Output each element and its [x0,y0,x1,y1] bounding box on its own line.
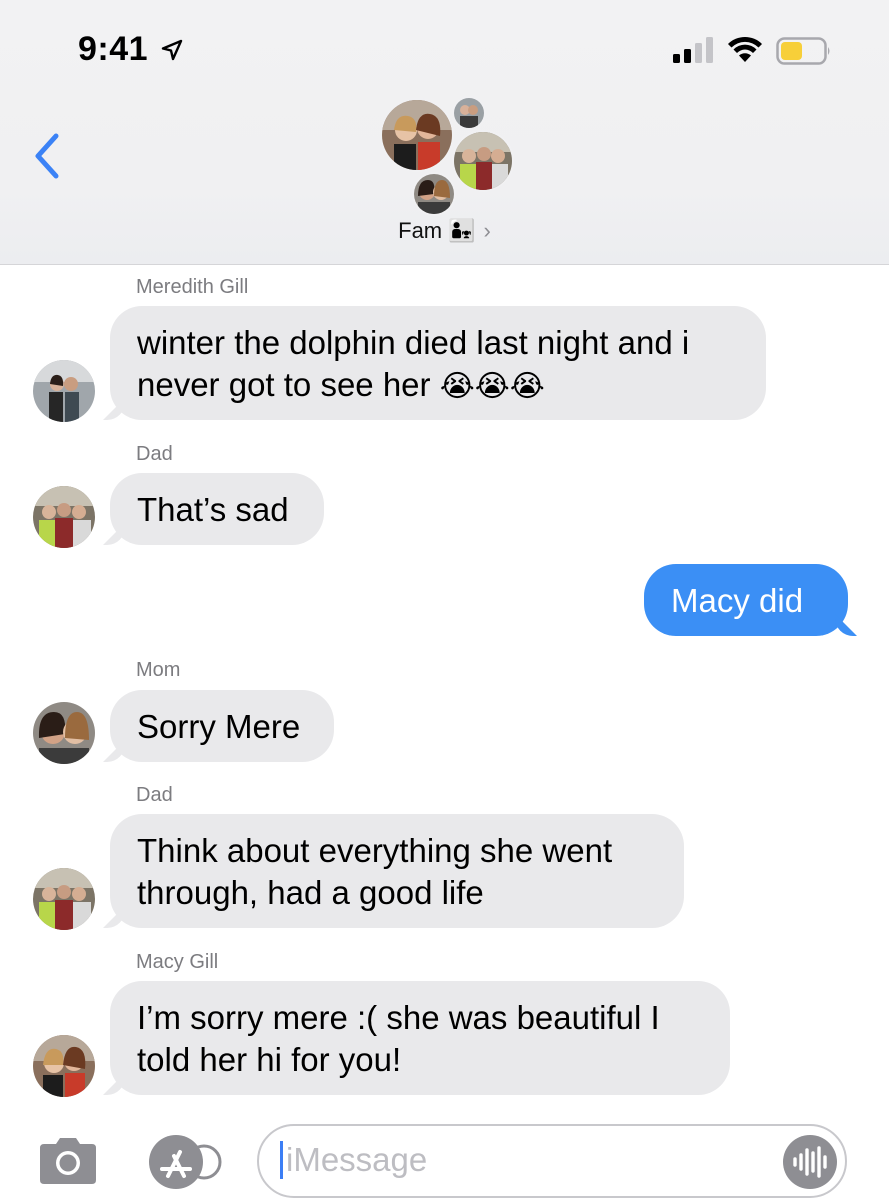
group-emoji: 👨‍👧 [448,218,476,243]
text-caret [280,1141,283,1179]
message-text: Sorry Mere [137,708,301,745]
message-text-line: told her hi for you! [137,1041,402,1078]
audio-waveform-icon[interactable] [782,1134,838,1190]
avatar-dad [454,132,512,190]
message-input-placeholder: iMessage [286,1141,428,1178]
avatar-meredith [454,98,484,128]
sender-name: Dad [136,443,173,465]
message-bubble[interactable]: Sorry Mere [110,690,334,762]
battery-icon [776,37,830,65]
message-text-line: winter the dolphin died last night and i [137,324,690,361]
chevron-right-icon: › [483,218,491,243]
group-title[interactable]: Fam 👨‍👧 › [0,218,889,244]
message-text-line: I’m sorry mere :( she was beautiful I [137,999,660,1036]
avatar [33,1035,95,1097]
sender-name: Dad [136,784,173,806]
avatar-macy [382,100,452,170]
back-chevron-icon[interactable] [30,132,64,180]
crying-emojis: 😭😭😭 [439,370,545,403]
message-bubble[interactable]: I’m sorry mere :( she was beautiful I to… [110,981,730,1095]
sender-name: Meredith Gill [136,276,249,298]
avatar [33,486,95,548]
camera-icon[interactable] [36,1136,100,1186]
group-name-label: Fam [398,218,443,243]
message-bubble[interactable]: That’s sad [110,473,324,545]
avatar-mom [414,174,454,214]
message-text-line-group: never got to see her 😭😭😭 [137,364,738,408]
sender-name: Macy Gill [136,951,219,973]
conversation-header: 9:41 [0,0,889,265]
sent-message-bubble[interactable]: Macy did [644,564,848,636]
avatar [33,868,95,930]
cellular-signal-icon [673,37,713,63]
group-avatar-cluster[interactable] [378,96,518,218]
location-arrow-icon [161,39,183,61]
sender-name: Mom [136,659,181,681]
wifi-icon [728,36,762,62]
avatar [33,702,95,764]
message-text-line: never got to see her [137,366,431,403]
message-text-line: through, had a good life [137,874,484,911]
message-text: That’s sad [137,491,289,528]
message-text-line: Think about everything she went [137,832,613,869]
message-bubble[interactable]: Think about everything she went through,… [110,814,684,928]
message-bubble[interactable]: winter the dolphin died last night and i… [110,306,766,420]
status-time: 9:41 [78,30,149,68]
message-text: Macy did [671,582,804,619]
avatar [33,360,95,422]
app-store-icon[interactable] [146,1134,222,1190]
